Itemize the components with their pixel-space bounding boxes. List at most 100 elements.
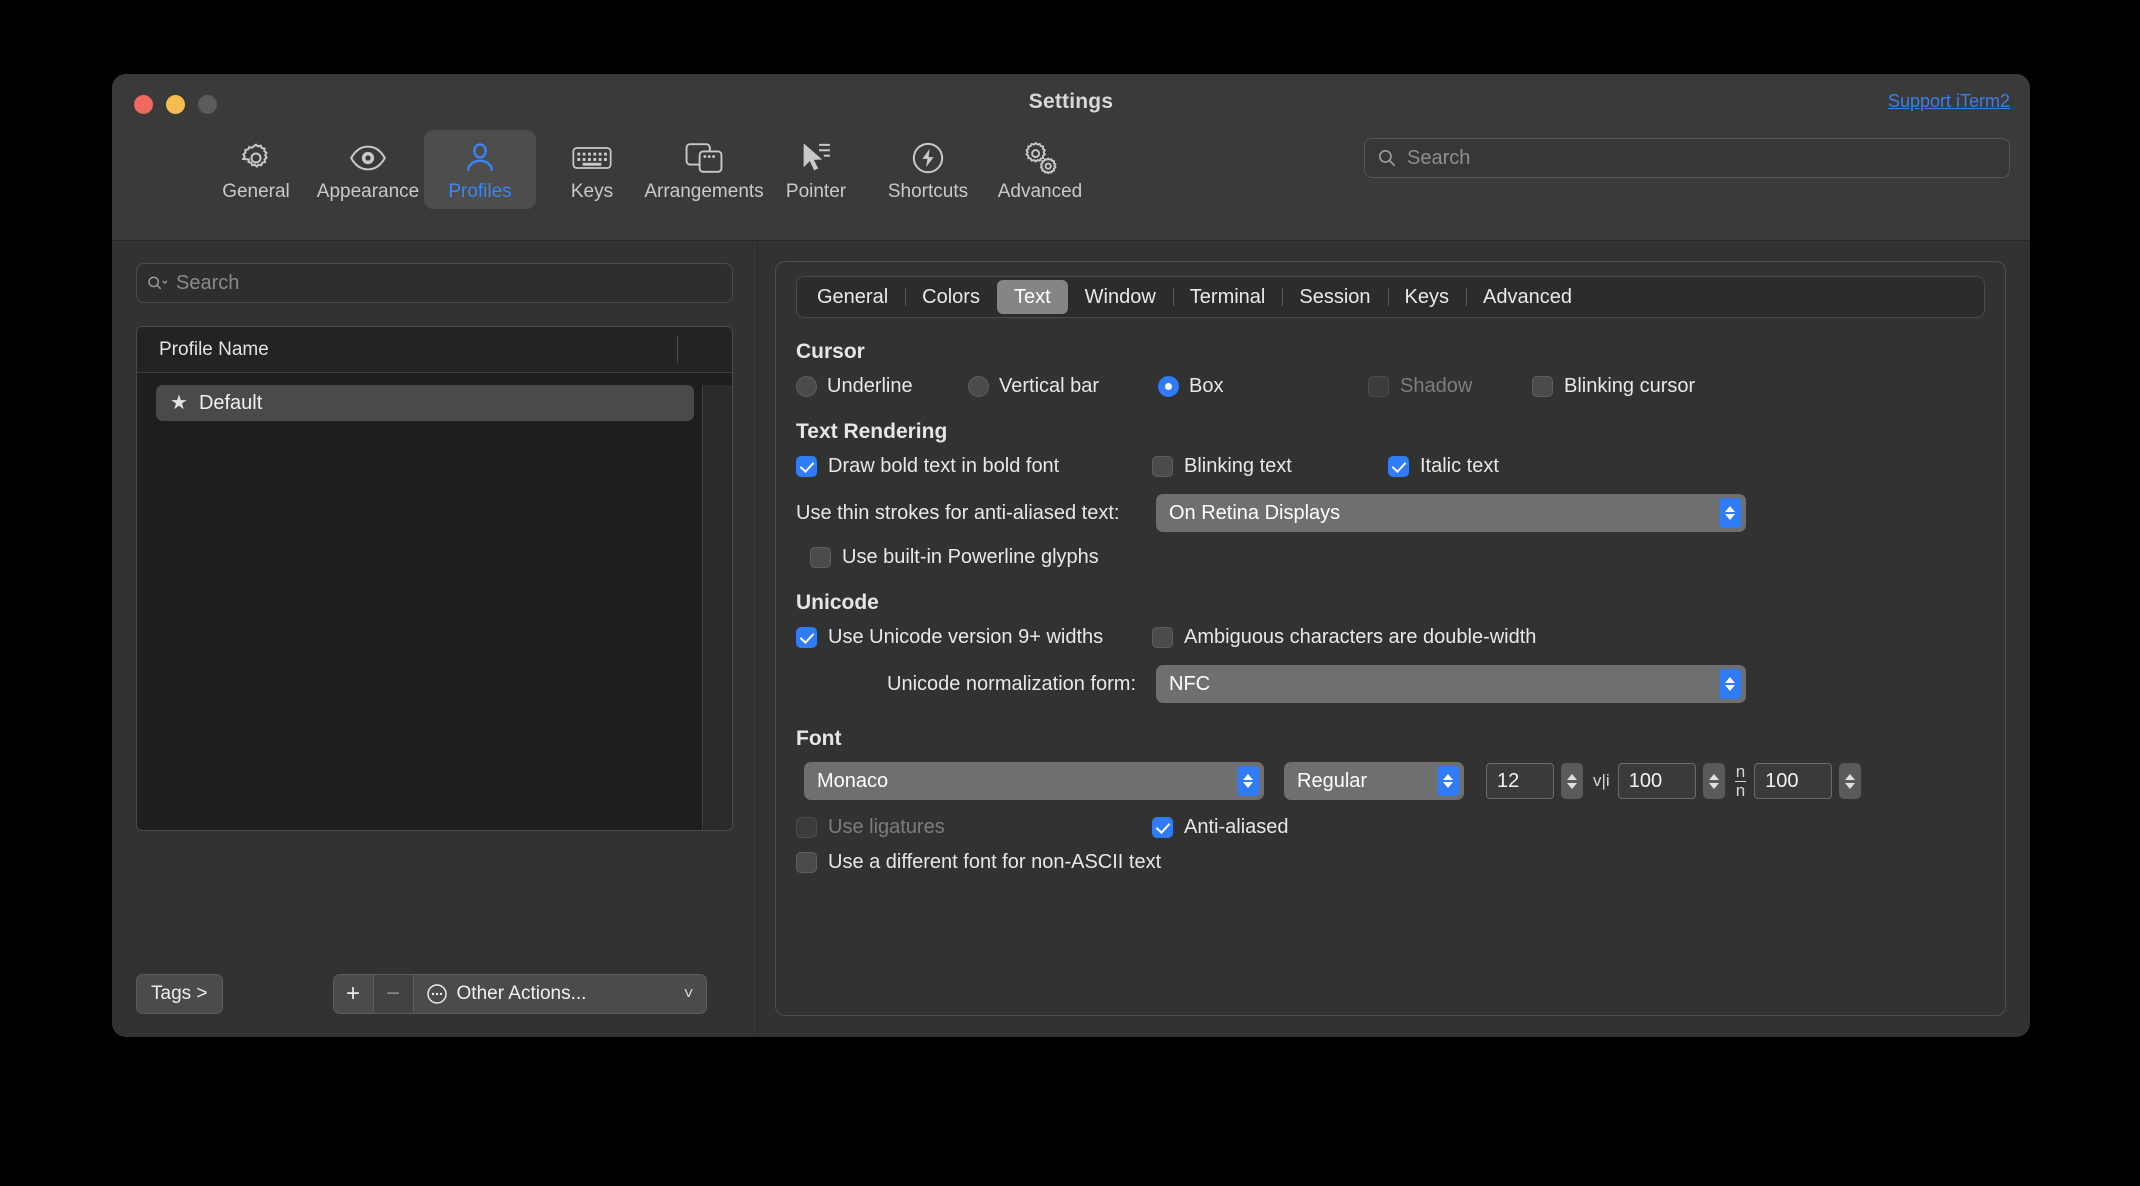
section-heading-cursor: Cursor bbox=[796, 340, 865, 363]
toolbar-item-appearance[interactable]: Appearance bbox=[312, 130, 424, 209]
tab-text[interactable]: Text bbox=[996, 280, 1068, 314]
checkbox-anti-aliased[interactable]: Anti-aliased bbox=[1152, 816, 1289, 839]
titlebar: Settings Support iTerm2 General Appearan… bbox=[112, 74, 2030, 241]
toolbar-search-placeholder: Search bbox=[1407, 146, 1471, 169]
column-divider[interactable] bbox=[677, 336, 678, 363]
checkbox-indicator bbox=[796, 627, 817, 648]
checkbox-indicator bbox=[1388, 456, 1409, 477]
popup-arrows-icon bbox=[1237, 766, 1259, 796]
checkbox-shadow[interactable]: Shadow bbox=[1368, 375, 1532, 398]
toolbar-item-advanced[interactable]: Advanced bbox=[984, 130, 1096, 209]
toolbar-item-pointer[interactable]: Pointer bbox=[760, 130, 872, 209]
tab-advanced[interactable]: Advanced bbox=[1465, 280, 1589, 314]
radio-indicator bbox=[1158, 376, 1179, 397]
vertical-spacing-stepper[interactable] bbox=[1839, 763, 1862, 799]
radio-cursor-vertical-bar[interactable]: Vertical bar bbox=[968, 375, 1158, 398]
search-icon bbox=[148, 275, 168, 289]
settings-body: Search Profile Name ★ Default Tags > + −… bbox=[112, 241, 2030, 1036]
checkbox-indicator bbox=[796, 852, 817, 873]
tab-colors[interactable]: Colors bbox=[905, 280, 997, 314]
other-actions-label: Other Actions... bbox=[456, 983, 587, 1004]
font-size-stepper[interactable] bbox=[1561, 763, 1583, 799]
remove-profile-button[interactable]: − bbox=[372, 974, 413, 1014]
checkbox-indicator bbox=[1152, 817, 1173, 838]
section-heading-font: Font bbox=[796, 727, 842, 750]
checkbox-indicator bbox=[810, 547, 831, 568]
horizontal-spacing-field[interactable]: 100 bbox=[1617, 763, 1696, 799]
section-heading-unicode: Unicode bbox=[796, 591, 879, 614]
profiles-action-segment: + − Other Actions... ˅ bbox=[332, 974, 707, 1014]
radio-label: Vertical bar bbox=[999, 375, 1100, 397]
checkbox-use-ligatures[interactable]: Use ligatures bbox=[796, 816, 1152, 839]
font-family-popup[interactable]: Monaco bbox=[804, 762, 1264, 800]
thin-strokes-popup[interactable]: On Retina Displays bbox=[1156, 494, 1746, 532]
checkbox-label: Italic text bbox=[1420, 455, 1499, 477]
checkbox-draw-bold-text[interactable]: Draw bold text in bold font bbox=[796, 455, 1152, 478]
thin-strokes-value: On Retina Displays bbox=[1169, 501, 1341, 524]
search-icon bbox=[1378, 149, 1396, 167]
thin-strokes-label: Use thin strokes for anti-aliased text: bbox=[796, 501, 1120, 524]
toolbar-item-label: Appearance bbox=[316, 181, 420, 202]
profile-row-default[interactable]: ★ Default bbox=[156, 385, 694, 421]
other-actions-button[interactable]: Other Actions... ˅ bbox=[412, 974, 707, 1014]
unicode-normalization-row: Unicode normalization form: NFC bbox=[796, 665, 1985, 703]
support-iterm2-link[interactable]: Support iTerm2 bbox=[1888, 91, 2010, 112]
toolbar-item-general[interactable]: General bbox=[200, 130, 312, 209]
checkbox-ambiguous-double-width[interactable]: Ambiguous characters are double-width bbox=[1152, 626, 1536, 649]
radio-cursor-underline[interactable]: Underline bbox=[796, 375, 968, 398]
toolbar-item-label: Arrangements bbox=[644, 181, 764, 202]
tab-terminal[interactable]: Terminal bbox=[1172, 280, 1283, 314]
thin-strokes-row: Use thin strokes for anti-aliased text: … bbox=[796, 494, 1985, 532]
checkbox-label: Use a different font for non-ASCII text bbox=[828, 851, 1162, 873]
toolbar-item-keys[interactable]: Keys bbox=[536, 130, 648, 209]
unicode-normalization-value: NFC bbox=[1169, 672, 1211, 695]
profiles-footer-toolbar: Tags > + − Other Actions... ˅ bbox=[136, 974, 733, 1014]
checkbox-powerline-glyphs[interactable]: Use built-in Powerline glyphs bbox=[810, 546, 1099, 569]
tab-window[interactable]: Window bbox=[1068, 280, 1173, 314]
radio-cursor-box[interactable]: Box bbox=[1158, 375, 1368, 398]
font-weight-popup[interactable]: Regular bbox=[1284, 762, 1464, 800]
font-size-field[interactable]: 12 bbox=[1486, 763, 1554, 799]
toolbar-item-label: Advanced bbox=[997, 181, 1083, 202]
radio-indicator bbox=[968, 376, 989, 397]
checkbox-unicode-version-9[interactable]: Use Unicode version 9+ widths bbox=[796, 626, 1152, 649]
font-options-row-2: Use a different font for non-ASCII text bbox=[796, 851, 1985, 874]
cursor-icon bbox=[799, 138, 833, 178]
font-family-value: Monaco bbox=[817, 769, 889, 792]
toolbar-item-profiles[interactable]: Profiles bbox=[424, 130, 536, 209]
profiles-sidebar: Search Profile Name ★ Default Tags > + −… bbox=[112, 241, 757, 1036]
tab-session[interactable]: Session bbox=[1282, 280, 1387, 314]
checkbox-blinking-cursor[interactable]: Blinking cursor bbox=[1532, 375, 1695, 398]
toolbar-item-arrangements[interactable]: Arrangements bbox=[644, 130, 764, 209]
unicode-normalization-popup[interactable]: NFC bbox=[1156, 665, 1746, 703]
checkbox-label: Anti-aliased bbox=[1184, 816, 1289, 838]
checkbox-indicator bbox=[1152, 456, 1173, 477]
horizontal-spacing-stepper[interactable] bbox=[1702, 763, 1725, 799]
checkbox-italic-text[interactable]: Italic text bbox=[1388, 455, 1499, 478]
profiles-search-placeholder: Search bbox=[176, 271, 240, 294]
profiles-search-field[interactable]: Search bbox=[136, 263, 733, 303]
profiles-list-scroll-gutter[interactable] bbox=[702, 385, 732, 830]
font-controls-row: Monaco Regular 12 v|i 100 nn 100 bbox=[796, 762, 1985, 800]
checkbox-non-ascii-font[interactable]: Use a different font for non-ASCII text bbox=[796, 851, 1161, 874]
popup-arrows-icon bbox=[1719, 498, 1741, 528]
checkbox-label: Shadow bbox=[1400, 375, 1473, 397]
profile-name: Default bbox=[198, 391, 263, 414]
checkbox-label: Use built-in Powerline glyphs bbox=[842, 546, 1099, 568]
text-rendering-row-1: Draw bold text in bold font Blinking tex… bbox=[796, 455, 1985, 478]
settings-toolbar: General Appearance Profiles Keys Arrange… bbox=[200, 130, 1096, 209]
checkbox-indicator bbox=[796, 456, 817, 477]
tab-keys[interactable]: Keys bbox=[1387, 280, 1466, 314]
add-profile-button[interactable]: + bbox=[332, 974, 373, 1014]
checkbox-blinking-text[interactable]: Blinking text bbox=[1152, 455, 1388, 478]
radio-label: Underline bbox=[827, 375, 913, 397]
settings-window: Settings Support iTerm2 General Appearan… bbox=[112, 74, 2030, 1037]
toolbar-search-field[interactable]: Search bbox=[1364, 138, 2010, 178]
checkbox-indicator bbox=[1368, 376, 1389, 397]
vertical-spacing-icon: nn bbox=[1734, 761, 1747, 800]
vertical-spacing-field[interactable]: 100 bbox=[1754, 763, 1833, 799]
tab-general[interactable]: General bbox=[800, 280, 905, 314]
toolbar-item-shortcuts[interactable]: Shortcuts bbox=[872, 130, 984, 209]
pane-separator bbox=[757, 241, 758, 1036]
tags-button[interactable]: Tags > bbox=[136, 974, 223, 1014]
